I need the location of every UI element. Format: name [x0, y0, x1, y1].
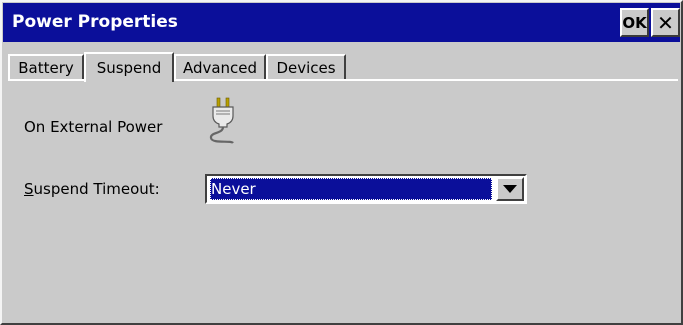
- tab-label: Advanced: [182, 58, 258, 77]
- dropdown-button[interactable]: [496, 177, 524, 201]
- power-plug-icon: [209, 97, 234, 144]
- suspend-timeout-label-text: uspend Timeout:: [33, 180, 160, 198]
- close-icon: ✕: [657, 10, 674, 35]
- accelerator-key: S: [24, 180, 34, 198]
- power-source-label: On External Power: [24, 118, 163, 136]
- tab-strip: Battery Suspend Advanced Devices: [8, 52, 668, 82]
- suspend-timeout-value[interactable]: Never: [210, 178, 492, 200]
- tab-label: Battery: [18, 58, 74, 77]
- power-properties-window: Power Properties OK ✕ Battery Suspend Ad…: [0, 0, 683, 325]
- suspend-timeout-select[interactable]: Never: [205, 174, 527, 204]
- close-button[interactable]: ✕: [651, 8, 680, 37]
- tab-battery[interactable]: Battery: [8, 54, 84, 80]
- tab-label: Suspend: [96, 59, 162, 77]
- title-bar[interactable]: Power Properties OK ✕: [3, 3, 680, 42]
- ok-button[interactable]: OK: [620, 8, 649, 37]
- suspend-timeout-label: Suspend Timeout:: [24, 179, 160, 199]
- chevron-down-icon: [503, 185, 517, 193]
- window-title: Power Properties: [12, 12, 178, 32]
- tab-advanced[interactable]: Advanced: [174, 54, 266, 80]
- tab-label: Devices: [276, 58, 336, 77]
- tab-devices[interactable]: Devices: [266, 54, 346, 80]
- tab-suspend[interactable]: Suspend: [84, 52, 174, 82]
